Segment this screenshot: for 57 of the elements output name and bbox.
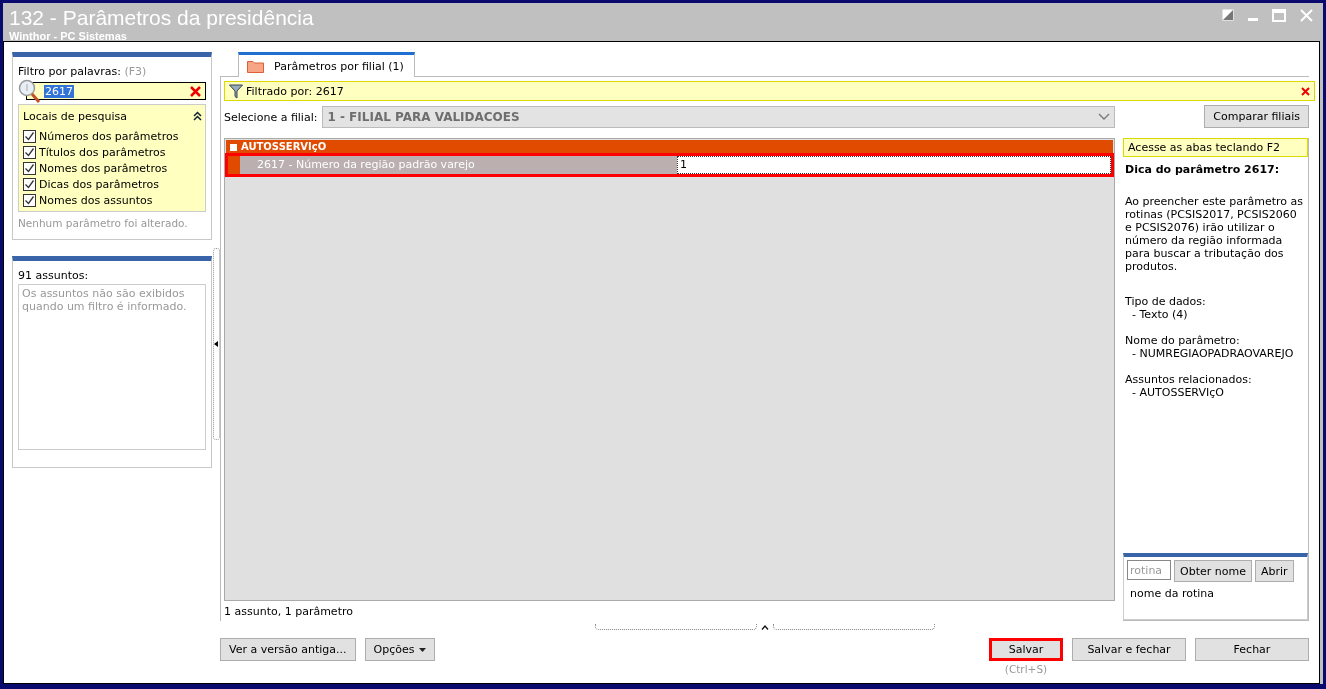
parameter-row[interactable]: 2617 - Número da região padrão varejo 1 <box>225 153 1114 177</box>
detail-value: - AUTOSSERVIçO <box>1131 386 1225 399</box>
parameter-value[interactable]: 1 <box>677 156 1111 174</box>
button[interactable]: Salvar e fechar <box>1072 638 1186 661</box>
detail-value: - NUMREGIAOPADRAOVAREJO <box>1131 347 1295 360</box>
clear-icon[interactable] <box>190 86 201 97</box>
button[interactable]: Ver a versão antiga... <box>220 638 356 661</box>
checkbox[interactable] <box>23 161 36 175</box>
branch-label: Selecione a filial: <box>224 110 318 124</box>
menu-button[interactable]: Opções <box>364 638 436 661</box>
detail-label: Nome do parâmetro: <box>1125 334 1241 347</box>
checkbox-label[interactable]: Nomes dos parâmetros <box>39 161 168 175</box>
tip-note: Acesse as abas teclando F2 <box>1123 138 1308 157</box>
button[interactable]: Fechar <box>1195 638 1309 661</box>
checkbox-label[interactable]: Nomes dos assuntos <box>39 193 153 207</box>
filter-label: Filtro por palavras: <box>18 65 121 78</box>
clear-filter-icon[interactable] <box>1301 86 1310 96</box>
detail-value: - Texto (4) <box>1131 308 1189 321</box>
hint-text: Ao preencher este parâmetro as rotinas (PCSIS2017, PCSIS2060 e PCSIS2076) irão utilizar o número da região informada para buscar a tributação dos produtos. <box>1124 194 1304 273</box>
search-icon <box>18 79 42 105</box>
open-button[interactable]: Abrir <box>1254 560 1294 582</box>
checkbox[interactable] <box>23 193 36 207</box>
caret-icon[interactable] <box>760 624 769 630</box>
filter-text: Filtrado por: 2617 <box>246 84 344 98</box>
routine-name: nome da rotina <box>1129 587 1215 600</box>
detail-label: Tipo de dados: <box>1125 295 1207 308</box>
checkbox-label[interactable]: Títulos dos parâmetros <box>39 145 166 159</box>
subjects-count: 91 assuntos: <box>18 269 90 282</box>
restore-icon[interactable] <box>1222 9 1234 21</box>
caret-icon <box>419 647 427 652</box>
checkbox[interactable] <box>23 145 36 159</box>
window-subtitle: Winthor - PC Sistemas <box>9 30 128 42</box>
checkbox[interactable] <box>23 177 36 191</box>
collapse-icon[interactable] <box>193 111 202 121</box>
window-title: 132 - Parâmetros da presidência <box>9 6 314 30</box>
routine-field[interactable]: rotina <box>1127 560 1171 580</box>
hint-title: Dica do parâmetro 2617: <box>1124 162 1281 176</box>
checkbox-label[interactable]: Números dos parâmetros <box>39 129 179 143</box>
section-title: Locais de pesquisa <box>23 109 127 123</box>
grid-status: 1 assunto, 1 parâmetro <box>224 603 354 620</box>
lookup-button[interactable]: Obter nome <box>1174 560 1252 582</box>
shortcut-hint: (Ctrl+S) <box>1004 663 1048 675</box>
detail-label: Assuntos relacionados: <box>1125 373 1253 386</box>
empty-message: Os assuntos não são exibidos quando um filtro é informado. <box>22 287 187 313</box>
save-button[interactable]: Salvar <box>989 638 1063 661</box>
group-header[interactable]: AUTOSSERVIçO <box>226 140 1113 153</box>
compare-button[interactable]: Comparar filiais <box>1204 105 1309 128</box>
branch-dropdown[interactable]: 1 - FILIAL PARA VALIDACOES <box>322 106 1115 128</box>
checkbox-label[interactable]: Dicas dos parâmetros <box>39 177 159 191</box>
tab[interactable]: Parâmetros por filial (1) <box>238 52 415 77</box>
funnel-icon <box>229 83 243 99</box>
status-text: Nenhum parâmetro foi alterado. <box>18 217 189 229</box>
parameter-name: 2617 - Número da região padrão varejo <box>240 156 677 174</box>
search-field[interactable]: 2617 <box>26 82 206 100</box>
folder-icon <box>247 59 264 73</box>
checkbox[interactable] <box>23 129 36 143</box>
shortcut-hint: (F3) <box>124 65 147 78</box>
